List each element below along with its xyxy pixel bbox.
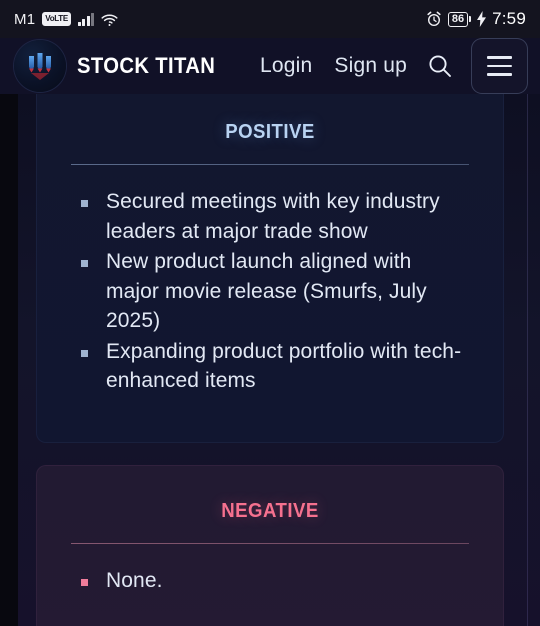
right-edge-line xyxy=(527,94,528,626)
battery-indicator: 86 xyxy=(447,11,472,27)
stock-titan-logo-icon xyxy=(14,40,66,92)
charging-bolt-icon xyxy=(477,11,487,27)
signup-link[interactable]: Sign up xyxy=(334,54,407,78)
positive-list: Secured meetings with key industry leade… xyxy=(71,187,469,396)
status-bar-left: M1 VoLTE xyxy=(14,11,118,28)
status-bar: M1 VoLTE 86 7:59 xyxy=(0,0,540,38)
status-bar-clock: 7:59 xyxy=(492,9,526,28)
hamburger-menu-icon[interactable] xyxy=(471,38,528,94)
negative-list: None. xyxy=(71,566,469,596)
brand-name: STOCK TITAN xyxy=(77,53,216,78)
login-link[interactable]: Login xyxy=(260,54,312,78)
left-edge-strip xyxy=(0,94,18,626)
negative-title: Negative xyxy=(221,492,319,523)
list-item: Expanding product portfolio with tech-en… xyxy=(81,337,469,396)
app-header: STOCK TITAN Login Sign up xyxy=(0,38,540,94)
phone-screen: M1 VoLTE 86 7:59 STOCK TITAN Login Sign … xyxy=(0,0,540,626)
signal-bars-icon xyxy=(77,12,95,26)
positive-divider xyxy=(71,164,469,165)
page-content: Positive Secured meetings with key indus… xyxy=(0,94,540,626)
header-nav: Login Sign up xyxy=(260,54,407,78)
alarm-clock-icon xyxy=(426,11,442,27)
search-icon[interactable] xyxy=(423,49,457,83)
negative-card: Negative None. xyxy=(36,465,504,626)
battery-level-label: 86 xyxy=(447,11,469,27)
positive-title: Positive xyxy=(225,113,315,144)
volte-badge: VoLTE xyxy=(42,12,71,26)
list-item: None. xyxy=(81,566,469,596)
battery-nub xyxy=(469,16,472,22)
status-bar-right: 86 7:59 xyxy=(426,9,526,29)
carrier-label: M1 xyxy=(14,10,36,28)
list-item: Secured meetings with key industry leade… xyxy=(81,187,469,246)
list-item: New product launch aligned with major mo… xyxy=(81,247,469,336)
brand-home-link[interactable]: STOCK TITAN xyxy=(14,40,227,92)
wifi-icon xyxy=(101,13,118,26)
positive-card: Positive Secured meetings with key indus… xyxy=(36,94,504,443)
negative-divider xyxy=(71,543,469,544)
